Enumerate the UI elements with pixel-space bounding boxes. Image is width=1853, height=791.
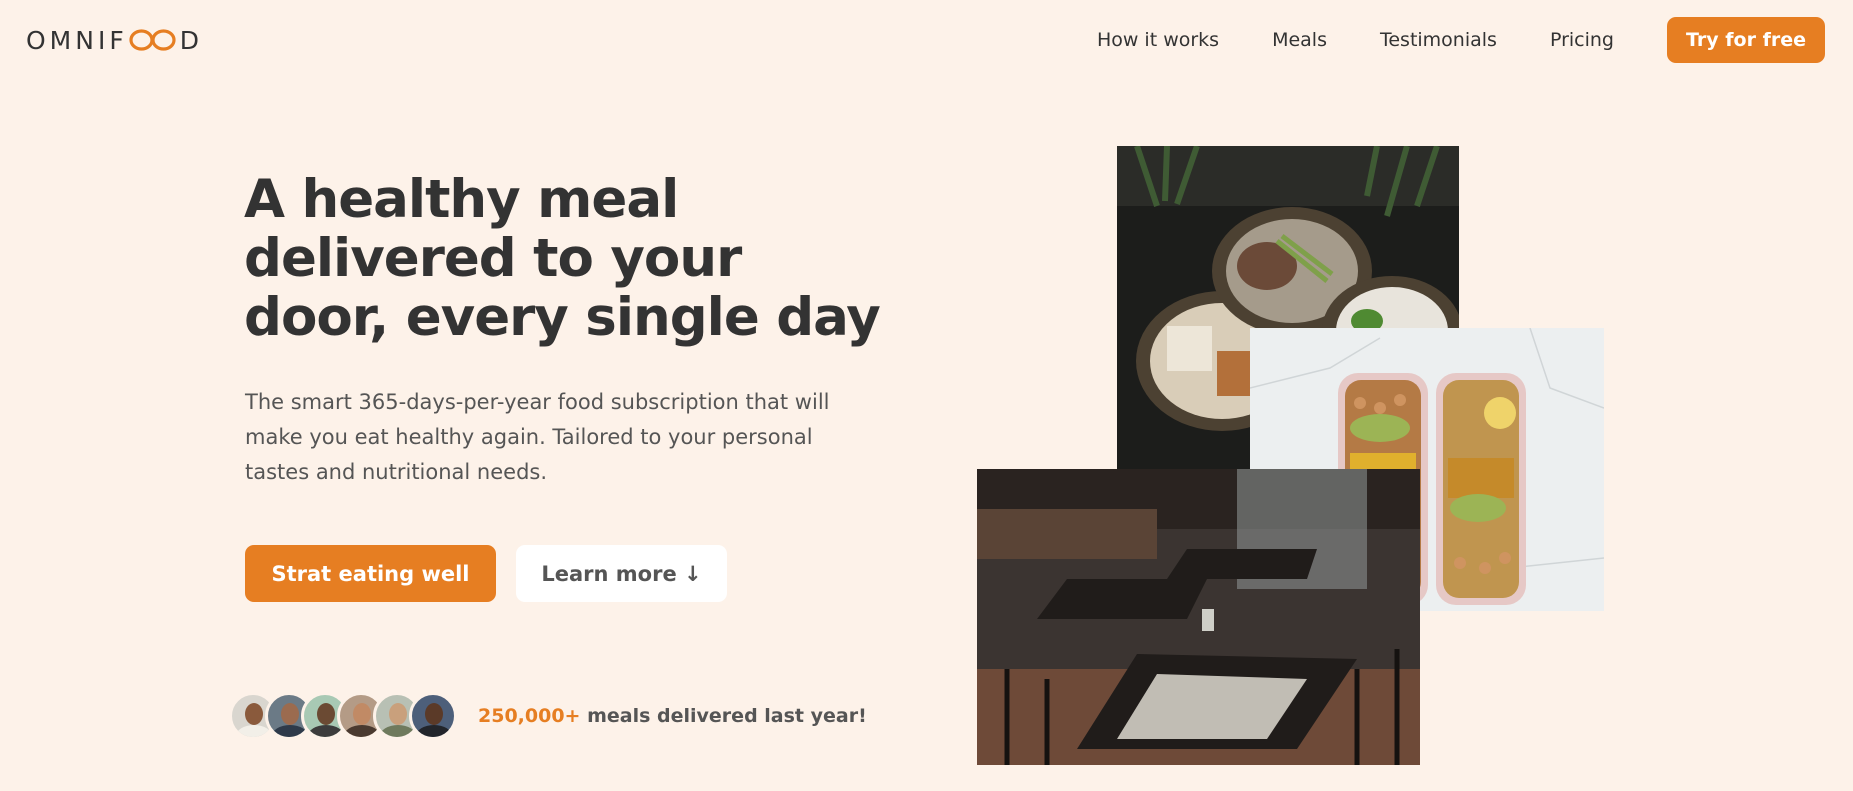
meals-delivered: 250,000+ meals delivered last year!	[229, 692, 867, 740]
meals-delivered-text: 250,000+ meals delivered last year!	[478, 705, 867, 727]
nav-link-pricing[interactable]: Pricing	[1550, 29, 1614, 51]
site-header: OMNIF D How it works Meals Testimonials …	[0, 0, 1853, 80]
logo-text-right: D	[179, 25, 203, 55]
logo-text-left: OMNIF	[26, 25, 128, 55]
nav-link-how-it-works[interactable]: How it works	[1097, 29, 1219, 51]
hero-description: The smart 365-days-per-year food subscri…	[245, 390, 830, 484]
learn-more-button[interactable]: Learn more ↓	[516, 545, 727, 602]
meals-delivered-label: meals delivered last year!	[580, 705, 867, 727]
customer-avatars	[229, 692, 457, 740]
try-for-free-button[interactable]: Try for free	[1667, 17, 1825, 63]
meals-delivered-count: 250,000+	[478, 705, 581, 727]
hero-title: A healthy meal delivered to your door, e…	[244, 169, 881, 348]
omnifood-logo[interactable]: OMNIF D	[26, 25, 203, 55]
avatar	[409, 692, 457, 740]
restaurant-interior-image	[977, 469, 1420, 765]
main-nav: How it works Meals Testimonials Pricing …	[1097, 17, 1825, 63]
nav-link-testimonials[interactable]: Testimonials	[1380, 29, 1497, 51]
infinity-logo-icon	[129, 29, 176, 51]
nav-link-meals[interactable]: Meals	[1272, 29, 1327, 51]
start-eating-well-button[interactable]: Strat eating well	[245, 545, 496, 602]
